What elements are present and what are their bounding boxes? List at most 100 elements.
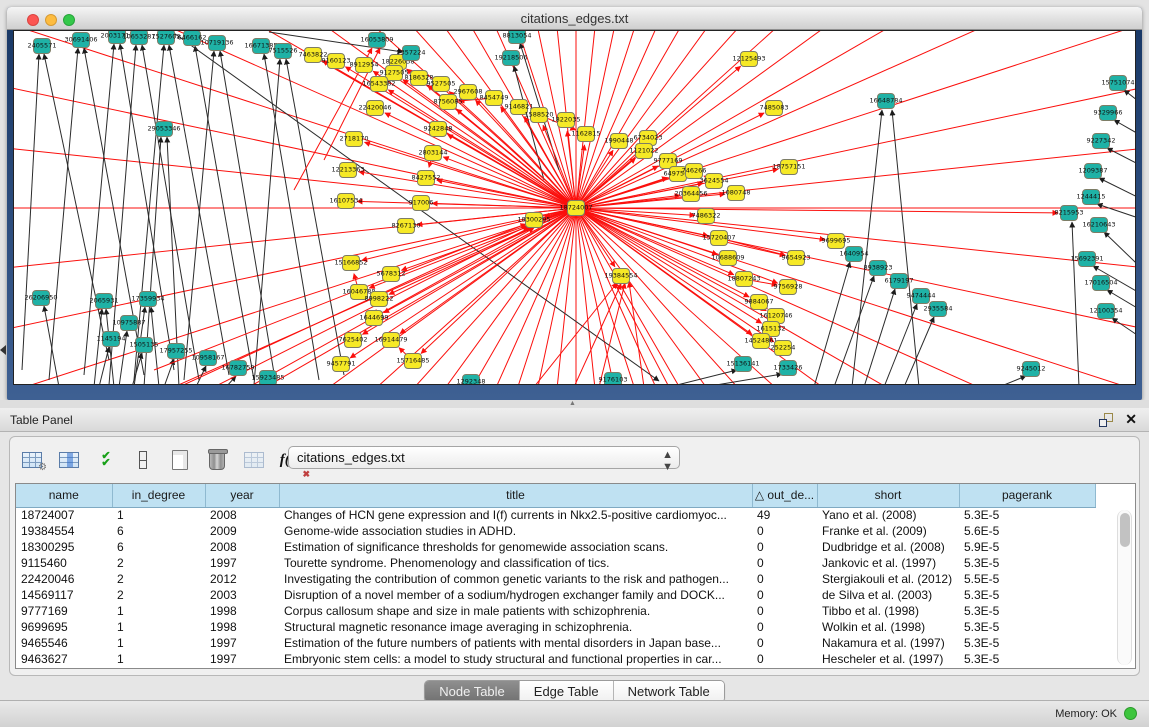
graph-node-label: 6734023 <box>634 134 663 142</box>
table-row[interactable]: 2242004622012Investigating the contribut… <box>16 571 1095 587</box>
table-panel-title: Table Panel <box>10 413 73 427</box>
graph-node-label: 9176103 <box>599 376 628 384</box>
graph-node-label: 1145194 <box>97 335 126 343</box>
graph-node-label: 10688609 <box>711 254 744 262</box>
graph-node-label: 16543382 <box>362 80 395 88</box>
tab-network-table[interactable]: Network Table <box>614 681 724 702</box>
graph-node-label: 3624554 <box>700 177 729 185</box>
select-columns-icon[interactable]: ✔✔ <box>92 447 120 473</box>
graph-node-label: 9160123 <box>322 57 351 65</box>
column-header-short[interactable]: short <box>817 484 959 507</box>
memory-status-label: Memory: OK <box>1055 708 1117 720</box>
graph-node-label: 15716485 <box>396 357 429 365</box>
table-scrollbar[interactable] <box>1117 510 1132 665</box>
graph-node-label: 19384554 <box>604 272 637 280</box>
table-row[interactable]: 969969511998Structural magnetic resonanc… <box>16 619 1095 635</box>
table-row[interactable]: 1872400712008Changes of HCN gene express… <box>16 507 1095 523</box>
graph-node-label: 7485083 <box>760 104 789 112</box>
window-titlebar[interactable]: citations_edges.txt <box>7 7 1142 30</box>
network-view-window: citations_edges.txt 18724007746382291601… <box>7 7 1142 400</box>
table-row[interactable]: 1938455462009Genome-wide association stu… <box>16 523 1095 539</box>
table-row[interactable]: 1456911722003Disruption of a novel membe… <box>16 587 1095 603</box>
column-header-in_degree[interactable]: in_degree <box>112 484 205 507</box>
tab-node-table[interactable]: Node Table <box>425 681 520 702</box>
table-panel-header: Table Panel ✕ <box>0 408 1149 432</box>
column-header-name[interactable]: name <box>16 484 112 507</box>
table-row[interactable]: 946362711997Embryonic stem cells: a mode… <box>16 651 1095 667</box>
graph-node-label: 9457791 <box>327 360 356 368</box>
graph-node-label: 1080748 <box>722 189 751 197</box>
window-title: citations_edges.txt <box>7 11 1142 26</box>
graph-node-label: 8938923 <box>864 264 893 272</box>
graph-node-label: 1244415 <box>1077 193 1106 201</box>
new-table-icon[interactable] <box>166 447 194 473</box>
table-row[interactable]: 977716911998Corpus callosum shape and si… <box>16 603 1095 619</box>
collapse-panel-icon[interactable] <box>0 345 6 355</box>
select-arrows-icon: ▲▼ <box>662 449 672 473</box>
graph-node-label: 1292348 <box>457 378 486 385</box>
graph-node-label: 7357224 <box>397 49 426 57</box>
graph-node-label: 18757151 <box>772 163 805 171</box>
memory-status-icon[interactable] <box>1124 707 1137 720</box>
graph-node-label: 9884067 <box>745 298 774 306</box>
graph-node-label: 15720407 <box>702 234 735 242</box>
graph-node-label: 15692391 <box>1070 255 1103 263</box>
graph-node-label: 26206950 <box>24 294 57 302</box>
table-panel-body: ⚙ ✔✔ ✖ f(x) citatio <box>0 432 1149 700</box>
graph-node-label: 19218506 <box>494 54 527 62</box>
graph-node-label: 9699695 <box>822 237 851 245</box>
graph-node-label: 15923485 <box>251 374 284 382</box>
status-bar: Memory: OK <box>0 700 1149 727</box>
divider-grip-icon[interactable]: ▲ <box>569 400 576 407</box>
graph-node-label: 16782759 <box>221 364 254 372</box>
graph-node-label: 8912954 <box>350 61 379 69</box>
table-row[interactable]: 1830029562008Estimation of significance … <box>16 539 1095 555</box>
graph-node-label: 15166852 <box>334 259 367 267</box>
graph-node-label: 9146821 <box>505 103 534 111</box>
graph-node-label: 18724007 <box>559 204 592 212</box>
table-row[interactable]: 946554611997Estimation of the future num… <box>16 635 1095 651</box>
graph-node-label: 12100354 <box>1089 307 1122 315</box>
graph-node-label: 7515526 <box>269 47 298 55</box>
tab-edge-table[interactable]: Edge Table <box>520 681 614 702</box>
graph-node-label: 8427552 <box>412 174 441 182</box>
graph-node-label: 30691406 <box>64 36 97 44</box>
column-header-year[interactable]: year <box>205 484 279 507</box>
graph-node-label: 9227342 <box>1087 137 1116 145</box>
graph-node-label: 1990448 <box>605 137 634 145</box>
close-panel-icon[interactable]: ✕ <box>1125 411 1137 428</box>
column-header-title[interactable]: title <box>279 484 752 507</box>
row-height-icon[interactable] <box>129 447 157 473</box>
graph-node-label: 8813054 <box>503 32 532 40</box>
network-table-select[interactable]: citations_edges.txt ▲▼ <box>288 446 680 469</box>
column-header-out_de[interactable]: △ out_de... <box>752 484 817 507</box>
delete-column-icon[interactable]: ✖ <box>240 447 268 473</box>
graph-node-label: 2967608 <box>454 88 483 96</box>
table-row[interactable]: 911546021997Tourette syndrome. Phenomeno… <box>16 555 1095 571</box>
graph-node-label: 6179197 <box>885 277 914 285</box>
column-header-pagerank[interactable]: pagerank <box>959 484 1095 507</box>
graph-node-label: 1588520 <box>525 111 554 119</box>
graph-node-label: 5678312 <box>377 270 406 278</box>
graph-node-label: 15751074 <box>1101 79 1134 87</box>
graph-node-label: 18300295 <box>517 216 550 224</box>
delete-table-icon[interactable] <box>203 447 231 473</box>
graph-node-label: 1209387 <box>1079 167 1108 175</box>
graph-node-label: 16053809 <box>360 36 393 44</box>
show-columns-icon[interactable] <box>55 447 83 473</box>
graph-node-label: 1615132 <box>757 325 786 333</box>
table-settings-icon[interactable]: ⚙ <box>18 447 46 473</box>
graph-node-label: 22420046 <box>358 104 391 112</box>
graph-node-label: 9756928 <box>774 283 803 291</box>
table-header-row: namein_degreeyeartitle△ out_de...shortpa… <box>16 484 1095 507</box>
graph-node-label: 7486322 <box>692 212 721 220</box>
graph-node-label: 8267130 <box>392 222 421 230</box>
graph-node-label: 2718170 <box>340 135 369 143</box>
graph-node-label: 9329966 <box>1094 109 1123 117</box>
split-divider[interactable]: ▲ <box>0 400 1149 408</box>
float-panel-icon[interactable] <box>1099 413 1113 427</box>
network-canvas[interactable]: 1872400774638229160123891295418226058912… <box>13 30 1136 385</box>
scrollbar-thumb[interactable] <box>1120 513 1130 547</box>
graph-node-label: 8454749 <box>480 94 509 102</box>
graph-node-label: 17957255 <box>159 347 192 355</box>
